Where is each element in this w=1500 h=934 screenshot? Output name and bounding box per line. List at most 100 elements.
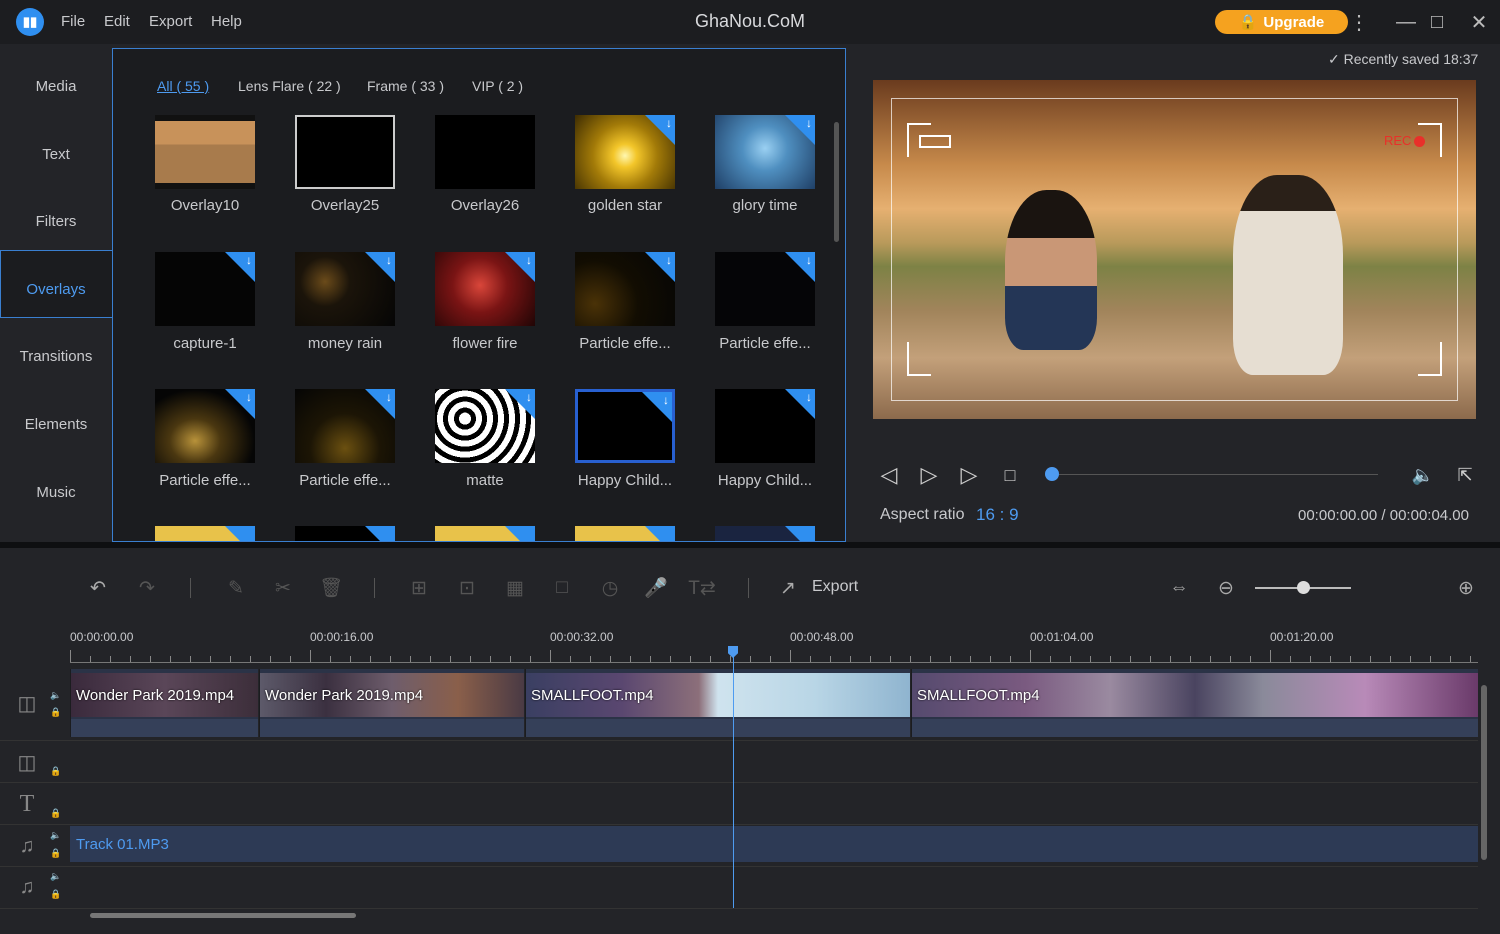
overlay-thumbnail[interactable]: ↓ bbox=[715, 389, 815, 463]
lock-icon[interactable]: 🔒 bbox=[50, 766, 61, 777]
export-button[interactable]: Export bbox=[812, 578, 858, 596]
resize-icon[interactable]: ⊡ bbox=[454, 575, 480, 601]
minimize-icon[interactable]: — bbox=[1393, 9, 1419, 35]
lock-icon[interactable]: 🔒 bbox=[50, 889, 61, 900]
maximize-icon[interactable]: □ bbox=[1424, 9, 1450, 35]
download-icon[interactable]: ↓ bbox=[246, 253, 252, 267]
mute-icon[interactable]: 🔈 bbox=[50, 830, 61, 841]
tab-all[interactable]: All ( 55 ) bbox=[157, 78, 209, 94]
undo-icon[interactable]: ↶ bbox=[85, 575, 111, 601]
play-icon[interactable]: ▷ bbox=[916, 462, 942, 488]
download-icon[interactable]: ↓ bbox=[386, 390, 392, 404]
stop-icon[interactable]: □ bbox=[997, 462, 1023, 488]
overlay-thumbnail[interactable] bbox=[295, 526, 395, 541]
download-icon[interactable]: ↓ bbox=[386, 253, 392, 267]
mosaic-icon[interactable]: ▦ bbox=[502, 575, 528, 601]
edit-icon[interactable]: ✎ bbox=[223, 575, 249, 601]
overlay-thumbnail[interactable]: ↓ bbox=[155, 252, 255, 326]
overlay-thumbnail[interactable]: ↓ bbox=[295, 389, 395, 463]
download-icon[interactable]: ↓ bbox=[806, 390, 812, 404]
overlay-thumbnail[interactable]: ↓ bbox=[715, 252, 815, 326]
download-icon[interactable]: ↓ bbox=[806, 253, 812, 267]
playhead[interactable] bbox=[733, 648, 734, 908]
next-frame-icon[interactable]: ▷ bbox=[956, 462, 982, 488]
cut-icon[interactable]: ✂ bbox=[270, 575, 296, 601]
overlay-thumbnail[interactable]: ↓ bbox=[435, 389, 535, 463]
download-icon[interactable]: ↓ bbox=[246, 390, 252, 404]
zoom-out-icon[interactable]: ⊖ bbox=[1213, 575, 1239, 601]
music-track-icon: ♫ bbox=[19, 875, 35, 898]
sidebar-item-media[interactable]: Media bbox=[0, 78, 112, 95]
aspect-ratio-select[interactable]: 16 : 9 bbox=[976, 505, 1019, 525]
duration-icon[interactable]: ◷ bbox=[597, 575, 623, 601]
zoom-in-icon[interactable]: ⊕ bbox=[1453, 575, 1479, 601]
download-icon[interactable]: ↓ bbox=[663, 393, 669, 407]
download-icon[interactable]: ↓ bbox=[666, 253, 672, 267]
menu-file[interactable]: File bbox=[61, 13, 85, 30]
volume-icon[interactable]: 🔈 bbox=[1410, 462, 1436, 488]
crop-icon[interactable]: ⊞ bbox=[406, 575, 432, 601]
sidebar-item-transitions[interactable]: Transitions bbox=[0, 348, 112, 365]
timeline-horizontal-scrollbar[interactable] bbox=[90, 913, 356, 918]
text-to-speech-icon[interactable]: T⇄ bbox=[688, 575, 716, 601]
download-icon[interactable]: ↓ bbox=[526, 253, 532, 267]
freeze-frame-icon[interactable]: □ bbox=[549, 575, 575, 601]
library-scrollbar[interactable] bbox=[834, 122, 839, 242]
export-icon[interactable]: ↗ bbox=[775, 575, 801, 601]
download-icon[interactable]: ↓ bbox=[806, 116, 812, 130]
overlay-thumbnail[interactable]: ↓ bbox=[575, 389, 675, 463]
overlay-thumbnail[interactable] bbox=[435, 526, 535, 541]
tab-frame[interactable]: Frame ( 33 ) bbox=[367, 78, 444, 94]
menu-edit[interactable]: Edit bbox=[104, 13, 130, 30]
overlay-thumbnail[interactable]: ↓ bbox=[575, 115, 675, 189]
sidebar-item-filters[interactable]: Filters bbox=[0, 213, 112, 230]
more-icon[interactable]: ⋮ bbox=[1346, 9, 1372, 35]
sidebar-item-music[interactable]: Music bbox=[0, 484, 112, 501]
timeline-clip[interactable]: Wonder Park 2019.mp4 bbox=[70, 669, 258, 737]
upgrade-button[interactable]: 🔒 Upgrade bbox=[1215, 10, 1348, 34]
overlay-thumbnail[interactable]: ↓ bbox=[155, 389, 255, 463]
mute-icon[interactable]: 🔈 bbox=[50, 871, 61, 882]
previous-frame-icon[interactable]: ◁ bbox=[876, 462, 902, 488]
menu-export[interactable]: Export bbox=[149, 13, 192, 30]
timeline-clip[interactable]: SMALLFOOT.mp4 bbox=[525, 669, 910, 737]
lock-icon[interactable]: 🔒 bbox=[50, 707, 61, 718]
overlay-thumbnail[interactable] bbox=[435, 115, 535, 189]
ruler-tick bbox=[1410, 656, 1411, 662]
fit-timeline-icon[interactable]: ⇔ bbox=[1166, 575, 1192, 601]
seek-bar[interactable] bbox=[1052, 474, 1378, 475]
download-icon[interactable]: ↓ bbox=[666, 116, 672, 130]
close-icon[interactable]: ✕ bbox=[1466, 9, 1492, 35]
download-icon[interactable]: ↓ bbox=[526, 390, 532, 404]
overlay-thumbnail[interactable]: ↓ bbox=[575, 252, 675, 326]
overlay-thumbnail[interactable] bbox=[295, 115, 395, 189]
microphone-icon[interactable]: 🎤 bbox=[643, 575, 669, 601]
redo-icon[interactable]: ↷ bbox=[134, 575, 160, 601]
audio-clip[interactable] bbox=[70, 826, 1478, 862]
app-logo-icon: ▮▮ bbox=[16, 8, 44, 36]
overlay-thumbnail[interactable]: ↓ bbox=[715, 115, 815, 189]
timeline-clip[interactable]: SMALLFOOT.mp4 bbox=[911, 669, 1478, 737]
overlay-thumbnail[interactable] bbox=[575, 526, 675, 541]
mute-icon[interactable]: 🔈 bbox=[50, 690, 61, 701]
tab-vip[interactable]: VIP ( 2 ) bbox=[472, 78, 523, 94]
sidebar-item-text[interactable]: Text bbox=[0, 146, 112, 163]
delete-icon[interactable]: 🗑 bbox=[318, 575, 344, 601]
lock-icon[interactable]: 🔒 bbox=[50, 808, 61, 819]
overlay-thumbnail[interactable] bbox=[155, 115, 255, 189]
overlay-thumbnail[interactable] bbox=[715, 526, 815, 541]
timeline-vertical-scrollbar[interactable] bbox=[1481, 685, 1487, 860]
fullscreen-icon[interactable]: ⇱ bbox=[1452, 462, 1478, 488]
lock-icon[interactable]: 🔒 bbox=[50, 848, 61, 859]
menu-help[interactable]: Help bbox=[211, 13, 242, 30]
sidebar-item-elements[interactable]: Elements bbox=[0, 416, 112, 433]
overlay-thumbnail[interactable]: ↓ bbox=[295, 252, 395, 326]
video-preview[interactable]: REC bbox=[873, 80, 1476, 419]
seek-handle[interactable] bbox=[1045, 467, 1059, 481]
zoom-slider-handle[interactable] bbox=[1297, 581, 1310, 594]
overlay-thumbnail[interactable]: ↓ bbox=[435, 252, 535, 326]
sidebar-item-overlays[interactable]: Overlays bbox=[0, 281, 112, 298]
timeline-clip[interactable]: Wonder Park 2019.mp4 bbox=[259, 669, 524, 737]
overlay-thumbnail[interactable] bbox=[155, 526, 255, 541]
tab-lens-flare[interactable]: Lens Flare ( 22 ) bbox=[238, 78, 341, 94]
